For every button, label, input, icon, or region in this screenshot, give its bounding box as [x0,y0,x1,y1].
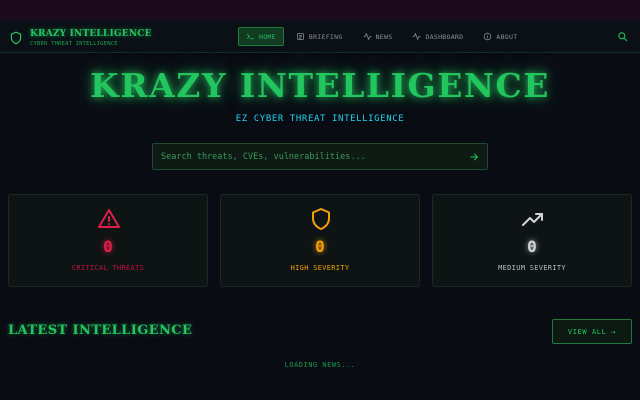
stat-value: 0 [527,237,537,256]
brand-logo[interactable]: KRAZY INTELLIGENCE CYBER THREAT INTELLIG… [9,27,152,49]
latest-intelligence-title: LATEST INTELLIGENCE [8,323,193,338]
arrow-right-icon[interactable] [469,152,479,162]
alert-triangle-icon [98,209,120,228]
navbar: KRAZY INTELLIGENCE CYBER THREAT INTELLIG… [0,20,640,53]
activity-icon [412,33,422,40]
nav-item-dashboard[interactable]: DASHBOARD [404,27,471,46]
shield-icon [312,208,330,230]
main-nav: HOME BRIEFING NEWS DASHBOARD ABOUT [238,27,529,46]
threat-search-bar [152,143,488,170]
hero-title: KRAZY INTELLIGENCE [90,66,550,105]
terminal-icon [247,34,254,40]
nav-item-home[interactable]: HOME [238,27,284,46]
view-all-button[interactable]: VIEW ALL → [552,319,632,344]
nav-item-label: BRIEFING [308,32,343,41]
search-input[interactable] [161,151,469,162]
shield-icon [10,31,22,45]
stat-card-critical[interactable]: 0 CRITICAL THREATS [8,194,208,287]
stat-card-high[interactable]: 0 HIGH SEVERITY [220,194,420,287]
nav-item-news[interactable]: NEWS [355,27,401,46]
trending-up-icon [522,213,543,226]
info-icon [484,32,492,41]
stat-value: 0 [103,237,113,256]
nav-item-briefing[interactable]: BRIEFING [288,27,351,46]
activity-icon [362,33,372,40]
brand-subtitle: CYBER THREAT INTELLIGENCE [30,40,118,47]
nav-item-label: HOME [259,32,276,41]
hero-subtitle: EZ CYBER THREAT INTELLIGENCE [235,114,405,124]
stat-label: CRITICAL THREATS [71,264,145,272]
stat-label: HIGH SEVERITY [290,264,350,272]
nav-item-label: DASHBOARD [425,32,464,41]
nav-item-about[interactable]: ABOUT [475,27,525,46]
search-icon[interactable] [617,31,628,42]
stat-value: 0 [315,237,325,256]
brand-title: KRAZY INTELLIGENCE [30,28,152,39]
nav-item-label: ABOUT [496,32,518,41]
newspaper-icon [296,33,304,40]
stat-card-medium[interactable]: 0 MEDIUM SEVERITY [432,194,632,287]
loading-news-text: LOADING NEWS... [284,361,356,369]
top-strip [0,0,640,20]
nav-item-label: NEWS [375,32,393,41]
stat-label: MEDIUM SEVERITY [498,264,566,272]
